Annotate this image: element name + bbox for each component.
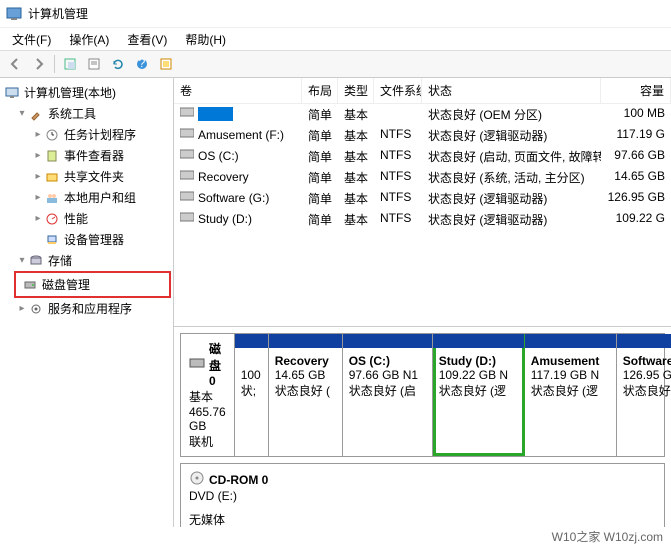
table-row[interactable]: Amusement (F:)简单基本NTFS状态良好 (逻辑驱动器)117.19… [174,125,671,146]
refresh-button[interactable] [107,53,129,75]
clock-icon [44,127,60,143]
table-row[interactable]: Recovery简单基本NTFS状态良好 (系统, 活动, 主分区)14.65 … [174,167,671,188]
disk-icon [22,277,38,293]
main-panel: 卷 布局 类型 文件系统 状态 容量 简单基本状态良好 (OEM 分区)100 … [174,78,671,527]
device-icon [44,232,60,248]
expand-icon[interactable]: ▸ [32,171,44,182]
partition[interactable]: Recovery14.65 GB状态良好 ( [269,334,343,456]
separator [54,55,55,73]
users-icon [44,190,60,206]
disk-0-label: 磁盘 0 基本 465.76 GB 联机 [181,334,235,456]
disk-icon [189,355,205,374]
col-type[interactable]: 类型 [338,78,374,103]
expand-icon[interactable]: ▸ [32,213,44,224]
volume-list-header: 卷 布局 类型 文件系统 状态 容量 [174,78,671,104]
storage-icon [28,253,44,269]
cdrom-label: CD-ROM 0 DVD (E:) 无媒体 [181,464,299,527]
toolbar: ? [0,50,671,78]
tree-disk-management[interactable]: 磁盘管理 [18,274,167,295]
col-layout[interactable]: 布局 [302,78,338,103]
cdrom-icon [189,470,205,489]
tree-device-manager[interactable]: 设备管理器 [2,229,171,250]
help-button[interactable]: ? [131,53,153,75]
watermark: W10之家 W10zj.com [552,528,663,545]
menu-help[interactable]: 帮助(H) [177,29,234,50]
back-button[interactable] [4,53,26,75]
title-bar: 计算机管理 [0,0,671,28]
disk-0-partitions: 100状;Recovery14.65 GB状态良好 (OS (C:)97.66 … [235,334,671,456]
menu-view[interactable]: 查看(V) [119,29,175,50]
disk-0-row[interactable]: 磁盘 0 基本 465.76 GB 联机 100状;Recovery14.65 … [180,333,665,457]
properties-button[interactable] [83,53,105,75]
partition[interactable]: Software126.95 GB状态良好 (逻 [617,334,671,456]
expand-icon[interactable]: ▸ [16,303,28,314]
tree-local-users[interactable]: ▸ 本地用户和组 [2,187,171,208]
table-row[interactable]: 简单基本状态良好 (OEM 分区)100 MB [174,104,671,125]
collapse-icon[interactable]: ▾ [16,108,28,119]
partition[interactable]: 100状; [235,334,269,456]
tree-performance[interactable]: ▸ 性能 [2,208,171,229]
table-row[interactable]: Software (G:)简单基本NTFS状态良好 (逻辑驱动器)126.95 … [174,188,671,209]
col-capacity[interactable]: 容量 [601,78,671,103]
up-button[interactable] [59,53,81,75]
partition[interactable]: Study (D:)109.22 GB N状态良好 (逻 [433,334,525,456]
tree-services[interactable]: ▸ 服务和应用程序 [2,298,171,319]
tree-shared-folders[interactable]: ▸ 共享文件夹 [2,166,171,187]
menu-bar: 文件(F) 操作(A) 查看(V) 帮助(H) [0,28,671,50]
svg-text:?: ? [139,57,146,70]
folder-share-icon [44,169,60,185]
expand-icon[interactable]: ▸ [32,192,44,203]
table-row[interactable]: Study (D:)简单基本NTFS状态良好 (逻辑驱动器)109.22 G [174,209,671,230]
expand-icon[interactable]: ▸ [32,129,44,140]
volume-list[interactable]: 卷 布局 类型 文件系统 状态 容量 简单基本状态良好 (OEM 分区)100 … [174,78,671,327]
col-volume[interactable]: 卷 [174,78,302,103]
window-title: 计算机管理 [28,5,88,22]
computer-icon [4,85,20,101]
col-status[interactable]: 状态 [422,78,601,103]
app-icon [6,6,22,22]
cdrom-row[interactable]: CD-ROM 0 DVD (E:) 无媒体 [180,463,665,527]
collapse-icon[interactable]: ▾ [16,255,28,266]
highlight-disk-mgmt: 磁盘管理 [14,271,171,298]
col-fs[interactable]: 文件系统 [374,78,422,103]
nav-tree: 计算机管理(本地) ▾ 系统工具 ▸ 任务计划程序 ▸ 事件查看器 ▸ 共享文件… [0,78,174,527]
tree-task-scheduler[interactable]: ▸ 任务计划程序 [2,124,171,145]
menu-action[interactable]: 操作(A) [61,29,117,50]
partition[interactable]: OS (C:)97.66 GB N1状态良好 (启 [343,334,433,456]
tree-storage[interactable]: ▾ 存储 [2,250,171,271]
tree-event-viewer[interactable]: ▸ 事件查看器 [2,145,171,166]
expand-icon[interactable]: ▸ [32,150,44,161]
services-icon [28,301,44,317]
menu-file[interactable]: 文件(F) [4,29,59,50]
perf-icon [44,211,60,227]
disk-graphic-panel: 磁盘 0 基本 465.76 GB 联机 100状;Recovery14.65 … [174,327,671,527]
partition[interactable]: Amusement117.19 GB N状态良好 (逻 [525,334,617,456]
tree-root[interactable]: 计算机管理(本地) [2,82,171,103]
settings-button[interactable] [155,53,177,75]
book-icon [44,148,60,164]
wrench-icon [28,106,44,122]
tree-system-tools[interactable]: ▾ 系统工具 [2,103,171,124]
table-row[interactable]: OS (C:)简单基本NTFS状态良好 (启动, 页面文件, 故障转储, 主分区… [174,146,671,167]
forward-button[interactable] [28,53,50,75]
